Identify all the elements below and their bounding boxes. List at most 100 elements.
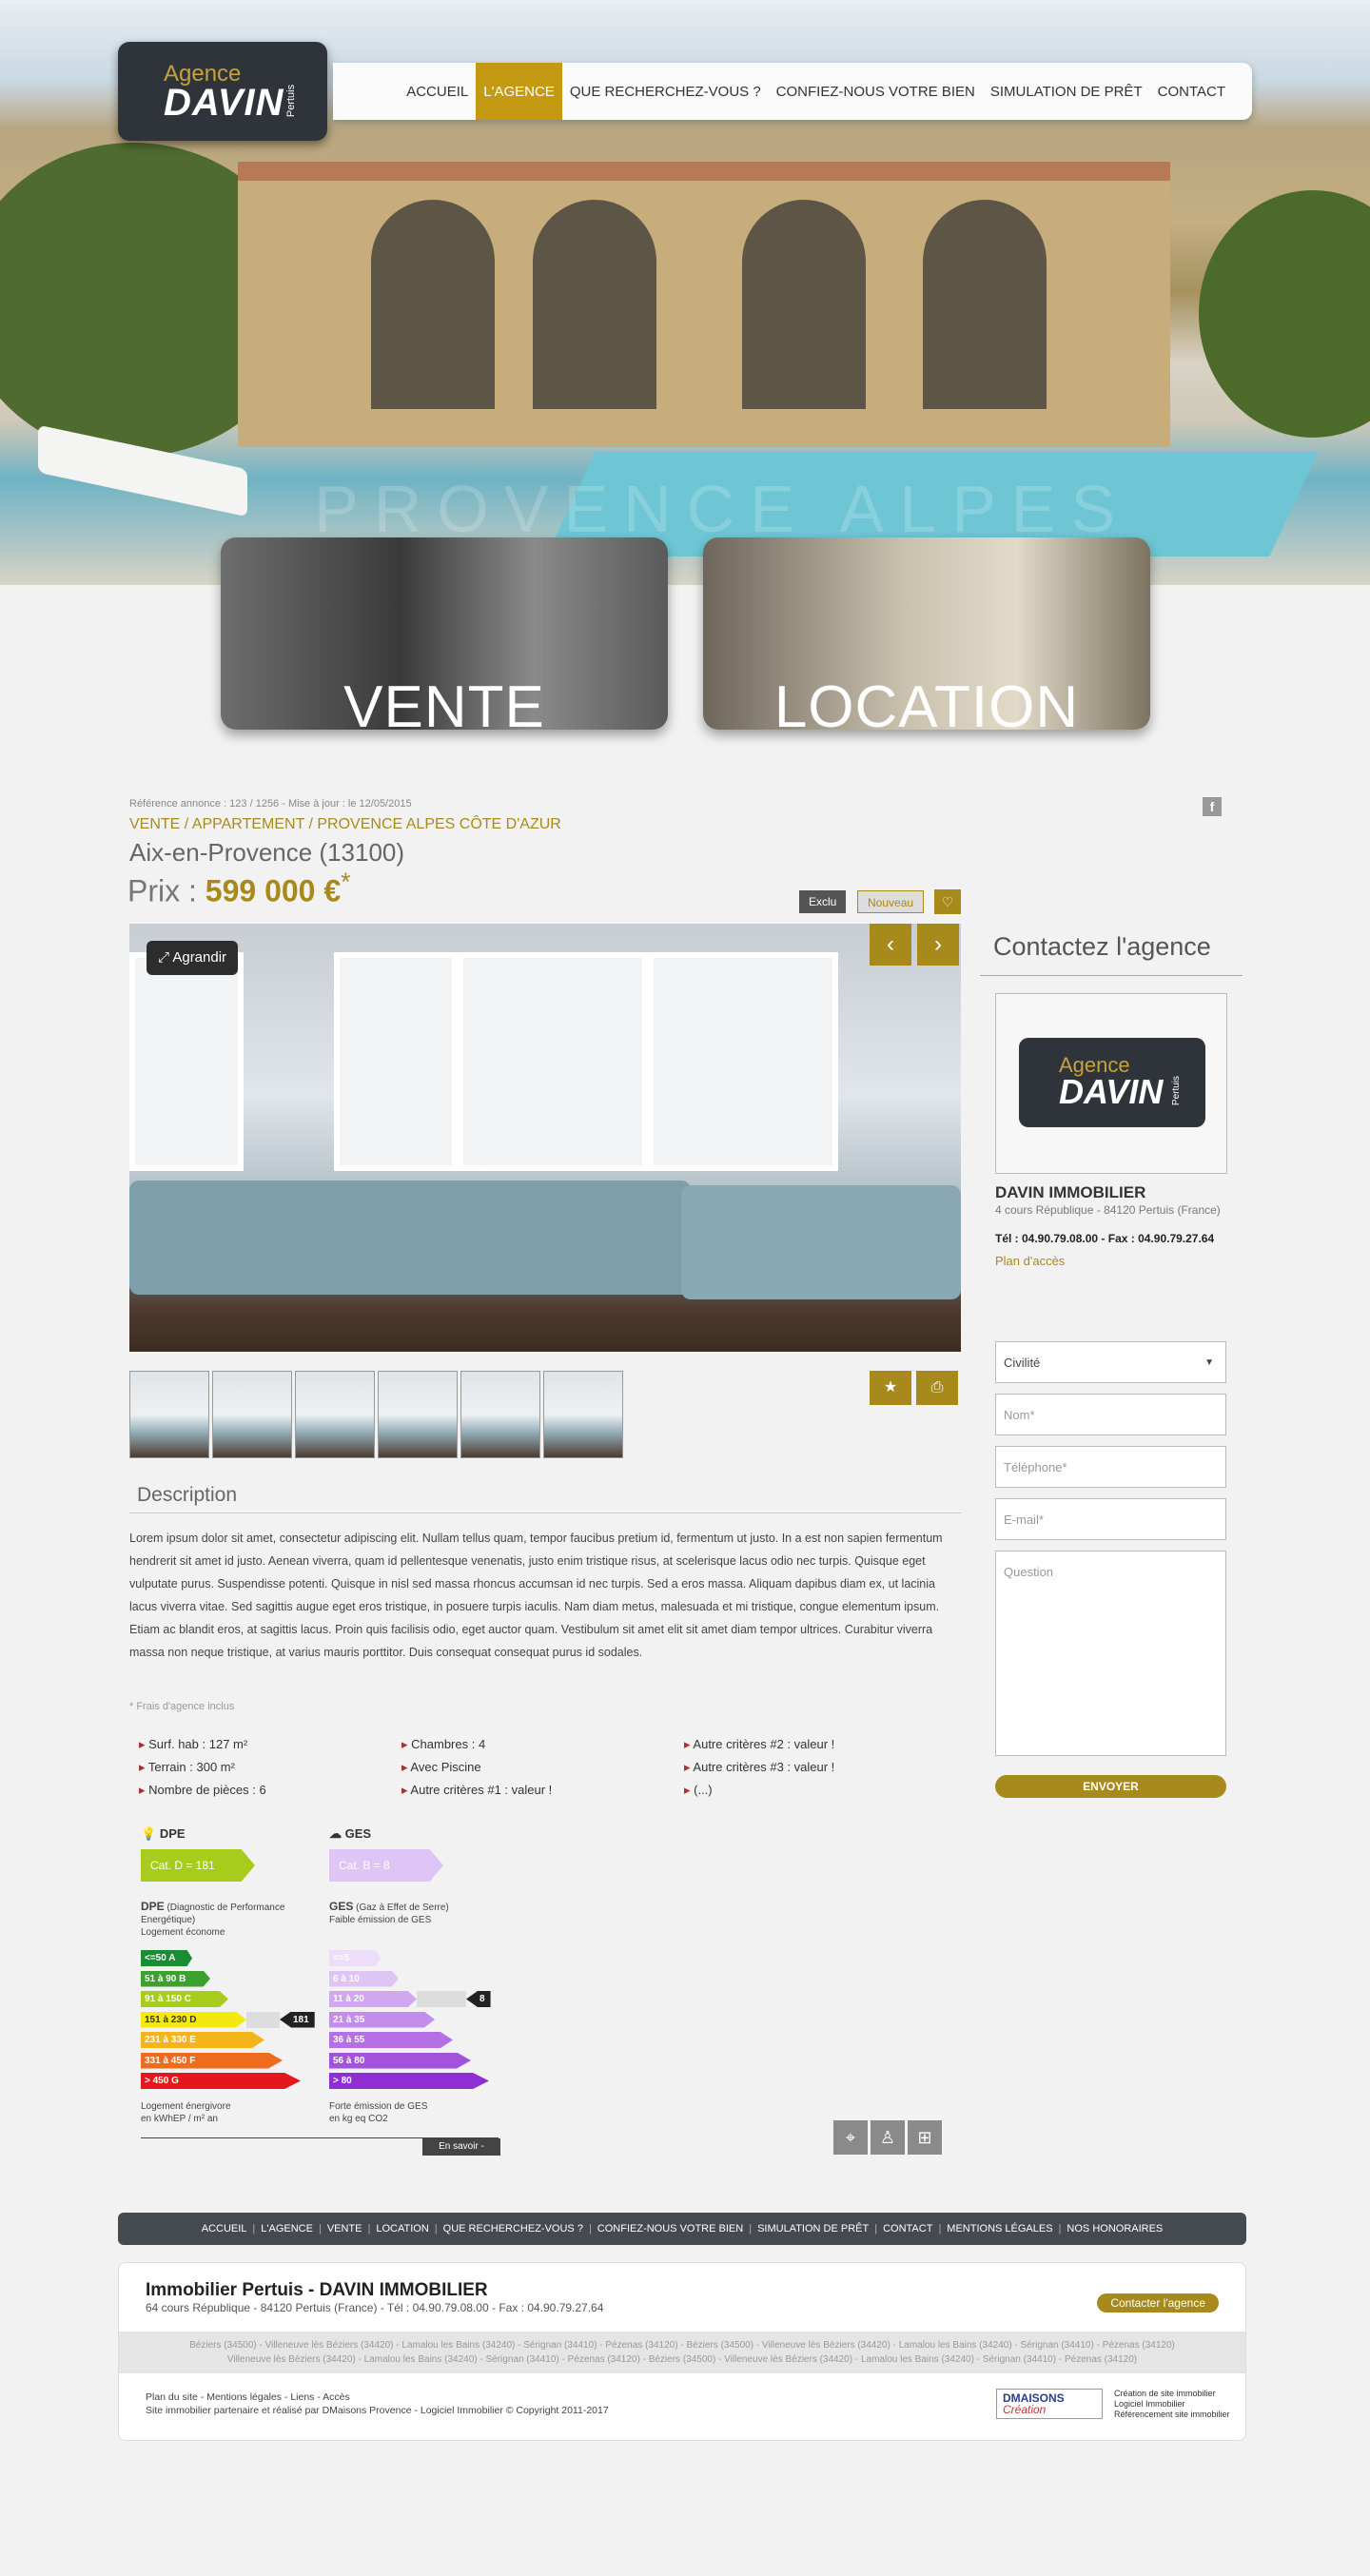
category-vente[interactable]: VENTE bbox=[221, 537, 668, 730]
email-field[interactable]: E-mail* bbox=[995, 1498, 1226, 1540]
star-icon[interactable]: ★ bbox=[870, 1371, 911, 1405]
hero-arch bbox=[371, 200, 495, 409]
nom-field[interactable]: Nom* bbox=[995, 1394, 1226, 1435]
thumbnail[interactable] bbox=[295, 1371, 375, 1458]
dpe-value-marker: 181 bbox=[280, 2011, 315, 2028]
dpe-bar: 51 à 90 B bbox=[141, 1970, 210, 1987]
dpe-title: DPE bbox=[159, 1826, 186, 1841]
dpe-bottom2: en kWhEP / m² an bbox=[141, 2114, 218, 2124]
footer-link[interactable]: SIMULATION DE PRÊT bbox=[757, 2223, 869, 2234]
category-location-label: LOCATION bbox=[773, 674, 1080, 730]
towns-line[interactable]: Villeneuve lès Béziers (34420) - Lamalou… bbox=[119, 2352, 1245, 2367]
print-icon[interactable]: ⎙ bbox=[916, 1371, 958, 1405]
dpe-value-track bbox=[246, 2011, 280, 2028]
footer-link[interactable]: LOCATION bbox=[376, 2223, 428, 2234]
nav-recherche[interactable]: QUE RECHERCHEZ-VOUS ? bbox=[562, 63, 769, 120]
contact-agency-button[interactable]: Contacter l'agence bbox=[1097, 2293, 1219, 2313]
photo-sofa bbox=[129, 1181, 691, 1295]
thumbnail[interactable] bbox=[378, 1371, 458, 1458]
map-pin-icon[interactable]: ⌖ bbox=[833, 2120, 868, 2155]
facebook-icon[interactable]: f bbox=[1203, 797, 1222, 816]
thumbnail[interactable] bbox=[460, 1371, 540, 1458]
footer-link[interactable]: CONFIEZ-NOUS VOTRE BIEN bbox=[597, 2223, 743, 2234]
enlarge-label: Agrandir bbox=[172, 949, 227, 966]
prev-arrow-icon[interactable]: ‹ bbox=[870, 924, 911, 966]
criteria-item: Autre critères #3 : valeur ! bbox=[684, 1760, 834, 1775]
ges-bottom-text: Forte émission de GES en kg eq CO2 bbox=[329, 2100, 427, 2125]
dpe-bar: 91 à 150 C bbox=[141, 1991, 228, 2007]
favorite-heart-icon[interactable]: ♡ bbox=[934, 889, 961, 914]
dpe-top: Logement économe bbox=[141, 1927, 225, 1938]
logo-line3: Pertuis bbox=[285, 84, 298, 118]
dm-link[interactable]: Référencement site immobilier bbox=[1114, 2410, 1230, 2420]
divider bbox=[980, 975, 1243, 976]
nav-simulation[interactable]: SIMULATION DE PRÊT bbox=[983, 63, 1150, 120]
dpe-bar: <=50 A bbox=[141, 1950, 192, 1966]
dm-link[interactable]: Création de site immobilier bbox=[1114, 2389, 1230, 2399]
dpe-bar: 231 à 330 E bbox=[141, 2032, 264, 2048]
main-photo[interactable]: ⤢ Agrandir ‹ › bbox=[129, 924, 961, 1352]
towns-line[interactable]: Béziers (34500) - Villeneuve lès Béziers… bbox=[119, 2338, 1245, 2352]
question-textarea[interactable]: Question bbox=[995, 1551, 1226, 1756]
nav-accueil[interactable]: ACCUEIL bbox=[399, 63, 476, 120]
thumbnail[interactable] bbox=[212, 1371, 292, 1458]
bulb-icon: 💡 bbox=[141, 1826, 157, 1841]
sidebar-title: Contactez l'agence bbox=[993, 932, 1211, 961]
dmaisons-logo[interactable]: DMAISONS Création bbox=[996, 2389, 1103, 2419]
thumbnail[interactable] bbox=[129, 1371, 209, 1458]
ges-bottom2: en kg eq CO2 bbox=[329, 2114, 388, 2124]
footer-box: Immobilier Pertuis - DAVIN IMMOBILIER 64… bbox=[118, 2262, 1246, 2441]
criteria-item: Avec Piscine bbox=[401, 1760, 480, 1775]
dmaisons-links: Création de site immobilier Logiciel Imm… bbox=[1114, 2389, 1230, 2420]
dpe-bar: > 450 G bbox=[141, 2073, 301, 2089]
tag-exclu: Exclu bbox=[799, 890, 847, 913]
footer-link[interactable]: ACCUEIL bbox=[202, 2223, 247, 2234]
ges-bar: > 80 bbox=[329, 2073, 489, 2089]
footer-link[interactable]: VENTE bbox=[327, 2223, 362, 2234]
nav-confiez[interactable]: CONFIEZ-NOUS VOTRE BIEN bbox=[769, 63, 983, 120]
en-savoir-button[interactable]: En savoir - bbox=[422, 2138, 500, 2156]
civilite-select[interactable]: Civilité ▼ bbox=[995, 1341, 1226, 1383]
ges-bar: 11 à 20 bbox=[329, 1991, 417, 2007]
plan-acces-link[interactable]: Plan d'accès bbox=[995, 1254, 1065, 1268]
description-title: Description bbox=[137, 1484, 238, 1506]
thumbnail[interactable] bbox=[543, 1371, 623, 1458]
next-arrow-icon[interactable]: › bbox=[917, 924, 959, 966]
footer-link[interactable]: NOS HONORAIRES bbox=[1067, 2223, 1163, 2234]
ges-bar: 36 à 55 bbox=[329, 2032, 453, 2048]
footer-links-1[interactable]: Plan du site - Mentions légales - Liens … bbox=[146, 2391, 609, 2404]
footer-nav: ACCUEIL | L'AGENCE | VENTE | LOCATION | QUE … bbox=[118, 2213, 1246, 2245]
telephone-field[interactable]: Téléphone* bbox=[995, 1446, 1226, 1488]
footer-link[interactable]: L'AGENCE bbox=[261, 2223, 313, 2234]
site-logo[interactable]: Agence DAVIN Pertuis bbox=[118, 42, 327, 141]
send-button[interactable]: ENVOYER bbox=[995, 1775, 1226, 1798]
criteria-item: Chambres : 4 bbox=[401, 1737, 485, 1752]
ges-label: GES bbox=[329, 1900, 354, 1913]
footer-link[interactable]: QUE RECHERCHEZ-VOUS ? bbox=[443, 2223, 583, 2234]
category-location[interactable]: LOCATION bbox=[703, 537, 1150, 730]
dpe-label: DPE bbox=[141, 1900, 165, 1913]
dm-sub: Création bbox=[1003, 2403, 1047, 2416]
agency-logo-box: Agence DAVIN Pertuis bbox=[995, 993, 1227, 1174]
listing-reference: Référence annonce : 123 / 1256 - Mise à … bbox=[129, 798, 412, 810]
footer-link[interactable]: CONTACT bbox=[883, 2223, 932, 2234]
nav-contact[interactable]: CONTACT bbox=[1150, 63, 1233, 120]
dpe-bar: 151 à 230 D bbox=[141, 2011, 246, 2028]
footer-address: 64 cours République - 84120 Pertuis (Fra… bbox=[146, 2301, 604, 2314]
enlarge-button[interactable]: ⤢ Agrandir bbox=[147, 941, 239, 975]
frais-note: * Frais d'agence inclus bbox=[129, 1701, 235, 1712]
dm-link[interactable]: Logiciel Immobilier bbox=[1114, 2399, 1230, 2410]
nav-agence[interactable]: L'AGENCE bbox=[476, 63, 562, 120]
ges-value-marker: 8 bbox=[466, 1991, 491, 2007]
breadcrumb[interactable]: VENTE / APPARTEMENT / PROVENCE ALPES CÔT… bbox=[129, 816, 561, 833]
ges-category-tag: Cat. B = 8 bbox=[329, 1849, 443, 1882]
street-view-icon[interactable]: ♙ bbox=[871, 2120, 905, 2155]
main-nav: ACCUEIL L'AGENCE QUE RECHERCHEZ-VOUS ? C… bbox=[333, 63, 1252, 120]
footer-link[interactable]: MENTIONS LÉGALES bbox=[947, 2223, 1052, 2234]
neighborhood-icon[interactable]: ⊞ bbox=[908, 2120, 942, 2155]
ges-bar: 6 à 10 bbox=[329, 1970, 399, 1987]
ges-heading: ☁ GES bbox=[329, 1826, 371, 1842]
ges-top: Faible émission de GES bbox=[329, 1915, 432, 1925]
ges-title: GES bbox=[344, 1826, 372, 1841]
civilite-value: Civilité bbox=[1004, 1356, 1041, 1370]
